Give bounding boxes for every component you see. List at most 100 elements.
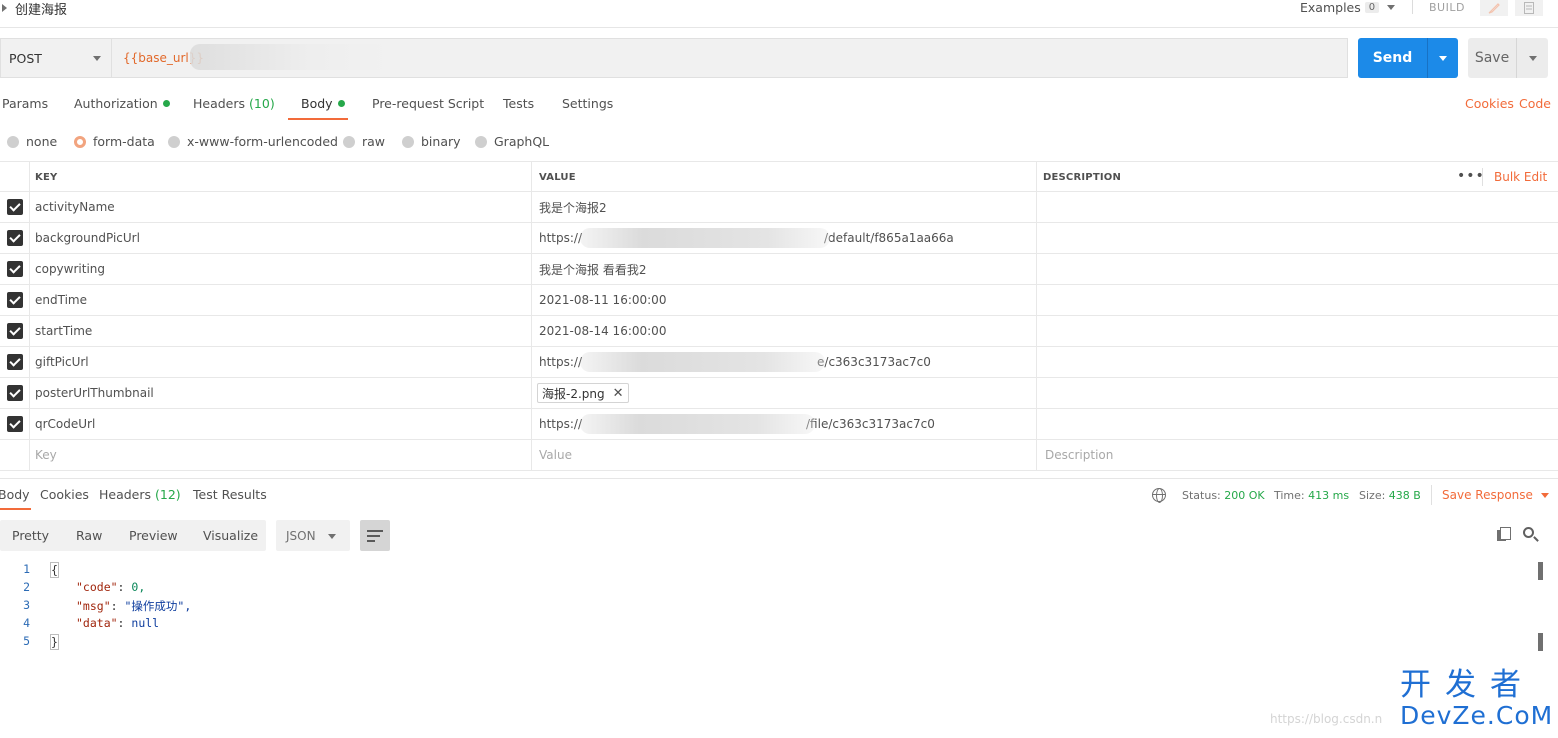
code-link[interactable]: Code xyxy=(1519,96,1551,111)
description-cell[interactable] xyxy=(1037,254,1558,284)
tab-label: Settings xyxy=(562,96,614,111)
scrollbar-marker[interactable] xyxy=(1538,562,1543,580)
description-cell[interactable] xyxy=(1037,285,1558,315)
radio-raw[interactable]: raw xyxy=(343,134,385,149)
file-name: 海报-2.png xyxy=(542,386,605,401)
value-cell: 海报-2.png ✕ xyxy=(532,378,1037,408)
checkbox-checked-icon[interactable] xyxy=(6,416,23,432)
response-tab-test-results[interactable]: Test Results xyxy=(193,487,267,502)
format-preview[interactable]: Preview xyxy=(129,528,178,543)
redacted-blur xyxy=(580,228,830,248)
globe-icon[interactable] xyxy=(1152,488,1166,503)
code-text: { xyxy=(50,562,59,578)
search-icon[interactable] xyxy=(1523,527,1534,538)
request-title-text: 创建海报 xyxy=(15,2,68,18)
request-tabs: Params Authorization Headers (10) Body P… xyxy=(0,90,1558,120)
checkbox-checked-icon[interactable] xyxy=(6,354,23,370)
tab-settings[interactable]: Settings xyxy=(562,96,613,111)
chevron-down-icon xyxy=(93,56,101,61)
examples-dropdown[interactable]: Examples 0 xyxy=(1300,0,1396,15)
response-tab-cookies[interactable]: Cookies xyxy=(40,487,89,502)
time-readout: Time: 413 ms xyxy=(1274,489,1349,502)
response-code-editor[interactable]: 1 { 2 "code": 0, 3 "msg": "操作成功", 4 "dat… xyxy=(0,560,1530,650)
radio-none[interactable]: none xyxy=(7,134,57,149)
format-visualize[interactable]: Visualize xyxy=(203,528,258,543)
checkbox-checked-icon[interactable] xyxy=(6,385,23,401)
key-cell[interactable]: activityName xyxy=(30,192,532,222)
tab-headers[interactable]: Headers (10) xyxy=(193,96,275,111)
checkbox-checked-icon[interactable] xyxy=(6,199,23,215)
copy-icon[interactable] xyxy=(1497,527,1511,541)
save-options-button[interactable] xyxy=(1517,38,1548,78)
size-label: Size: xyxy=(1359,489,1386,502)
file-chip[interactable]: 海报-2.png ✕ xyxy=(537,383,629,403)
request-title[interactable]: 创建海报 xyxy=(2,0,68,18)
size-readout: Size: 438 B xyxy=(1359,489,1421,502)
method-select[interactable]: POST xyxy=(0,38,111,78)
save-button[interactable]: Save xyxy=(1468,38,1516,78)
description-cell[interactable] xyxy=(1037,192,1558,222)
description-cell[interactable] xyxy=(1037,223,1558,253)
key-cell[interactable]: copywriting xyxy=(30,254,532,284)
value-start: https:// xyxy=(539,355,583,369)
cookies-link[interactable]: Cookies xyxy=(1465,96,1514,111)
bulk-edit-link[interactable]: Bulk Edit xyxy=(1494,170,1547,184)
watermark-logo: 开发者 DevZe.CoM xyxy=(1400,668,1552,730)
save-response-button[interactable]: Save Response xyxy=(1442,488,1549,502)
tab-params[interactable]: Params xyxy=(2,96,48,111)
value-cell[interactable]: 2021-08-11 16:00:00 xyxy=(532,285,1037,315)
examples-label: Examples xyxy=(1300,0,1361,15)
radio-x-www-form-urlencoded[interactable]: x-www-form-urlencoded xyxy=(168,134,338,149)
key-cell[interactable]: giftPicUrl xyxy=(30,347,532,377)
format-raw[interactable]: Raw xyxy=(76,528,102,543)
table-row: giftPicUrl https:// e/c363c3173ac7c0 xyxy=(0,347,1558,378)
tab-authorization[interactable]: Authorization xyxy=(74,96,170,111)
caret-right-icon[interactable] xyxy=(2,4,7,12)
format-pretty[interactable]: Pretty xyxy=(12,528,49,543)
value-cell[interactable]: 我是个海报 看看我2 xyxy=(532,254,1037,284)
response-tab-headers[interactable]: Headers (12) xyxy=(99,487,181,502)
send-button[interactable]: Send xyxy=(1358,38,1427,78)
description-cell[interactable] xyxy=(1037,378,1558,408)
description-cell[interactable] xyxy=(1037,347,1558,377)
new-key-input[interactable]: Key xyxy=(30,440,532,470)
documentation-icon[interactable] xyxy=(1515,0,1543,16)
checkbox-checked-icon[interactable] xyxy=(6,261,23,277)
redacted-blur xyxy=(580,352,825,372)
send-options-button[interactable] xyxy=(1428,38,1458,78)
build-button[interactable]: BUILD xyxy=(1429,1,1465,14)
checkbox-checked-icon[interactable] xyxy=(6,323,23,339)
more-options-icon[interactable]: ••• xyxy=(1457,168,1485,184)
code-line: 4 "data": null xyxy=(0,614,1530,632)
language-select[interactable]: JSON xyxy=(276,520,350,551)
key-cell[interactable]: startTime xyxy=(30,316,532,346)
checkbox-checked-icon[interactable] xyxy=(6,230,23,246)
status-dot-icon xyxy=(162,100,170,107)
new-value-input[interactable]: Value xyxy=(532,440,1037,470)
wrap-lines-icon[interactable] xyxy=(360,520,390,551)
key-cell[interactable]: endTime xyxy=(30,285,532,315)
radio-binary[interactable]: binary xyxy=(402,134,461,149)
description-cell[interactable] xyxy=(1037,316,1558,346)
value-cell[interactable]: 2021-08-14 16:00:00 xyxy=(532,316,1037,346)
response-tab-body[interactable]: Body xyxy=(0,487,30,502)
checkbox-checked-icon[interactable] xyxy=(6,292,23,308)
key-cell[interactable]: qrCodeUrl xyxy=(30,409,532,439)
chevron-down-icon xyxy=(1540,492,1549,498)
tab-label: Cookies xyxy=(40,487,89,502)
description-cell[interactable] xyxy=(1037,409,1558,439)
key-cell[interactable]: posterUrlThumbnail xyxy=(30,378,532,408)
tab-pre-request-script[interactable]: Pre-request Script xyxy=(372,96,484,111)
key-cell[interactable]: backgroundPicUrl xyxy=(30,223,532,253)
value-cell[interactable]: 我是个海报2 xyxy=(532,192,1037,222)
radio-form-data[interactable]: form-data xyxy=(74,134,155,149)
tab-body[interactable]: Body xyxy=(301,96,345,111)
new-description-input[interactable]: Description xyxy=(1037,440,1558,470)
close-icon[interactable]: ✕ xyxy=(613,386,624,401)
radio-graphql[interactable]: GraphQL xyxy=(475,134,549,149)
scrollbar-marker[interactable] xyxy=(1538,633,1543,651)
json-value: "操作成功", xyxy=(124,599,192,613)
json-sep: : xyxy=(117,616,132,630)
tab-tests[interactable]: Tests xyxy=(503,96,534,111)
edit-icon[interactable] xyxy=(1480,0,1508,16)
